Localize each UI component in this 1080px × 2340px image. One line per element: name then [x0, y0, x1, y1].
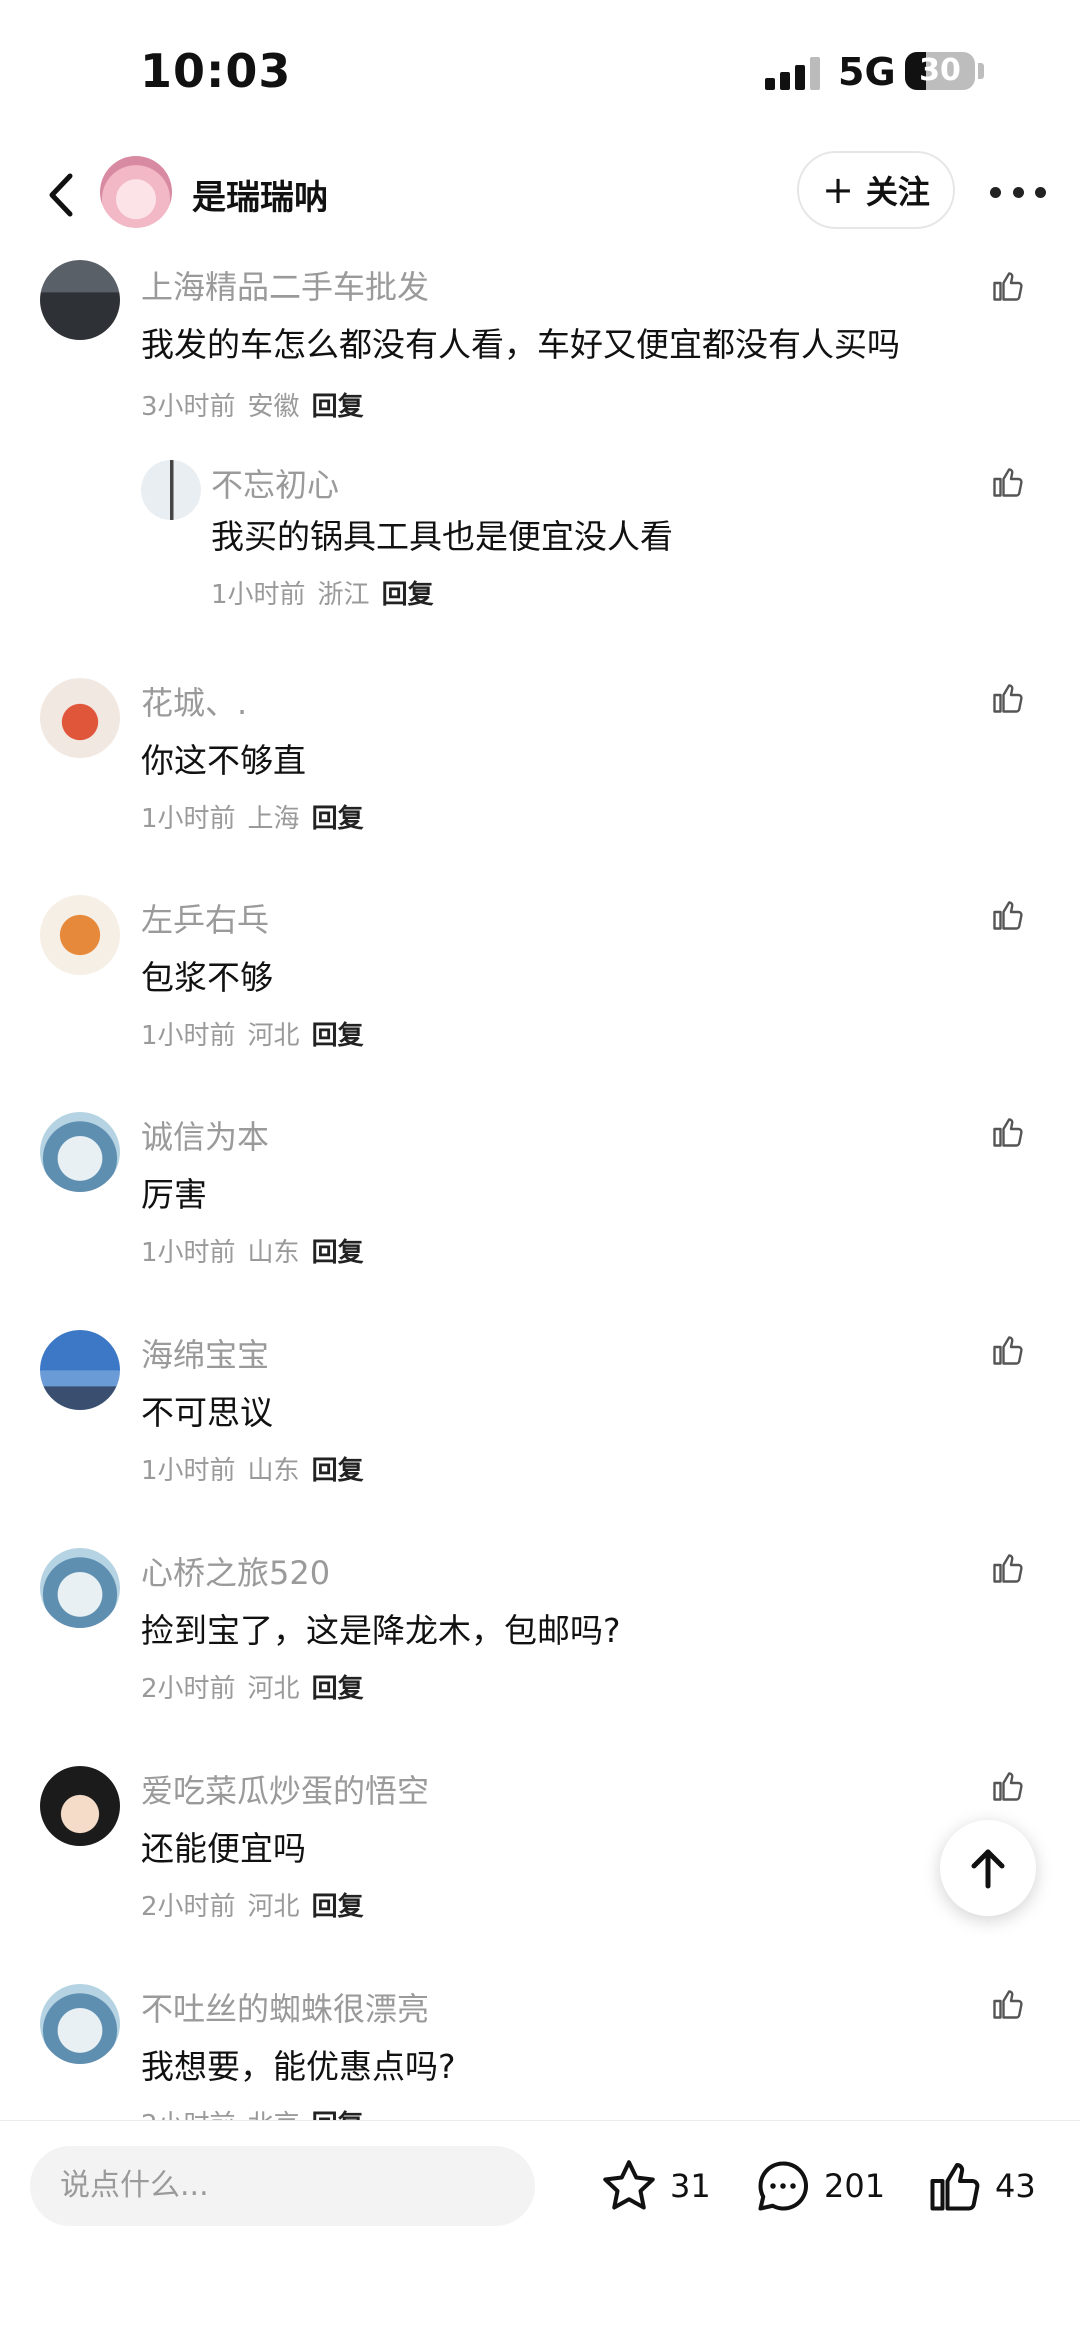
comment-username[interactable]: 海绵宝宝	[141, 1330, 269, 1376]
back-icon	[49, 173, 73, 217]
comment-meta: 1小时前 浙江 回复	[211, 574, 434, 611]
plus-icon: +	[822, 168, 854, 212]
avatar[interactable]	[40, 260, 120, 340]
avatar[interactable]	[40, 1112, 120, 1192]
favorite-count: 31	[670, 2167, 711, 2205]
bottom-bar: 说点什么... 31 201 43	[0, 2120, 1080, 2340]
avatar[interactable]	[40, 895, 120, 975]
comment-content[interactable]: 你这不够直	[141, 734, 306, 782]
comment-time: 1小时前	[141, 804, 236, 834]
reply-button[interactable]: 回复	[312, 1674, 364, 1704]
reply-button[interactable]: 回复	[312, 1021, 364, 1051]
avatar[interactable]	[40, 678, 120, 758]
comment-username[interactable]: 左乒右乓	[141, 895, 269, 941]
avatar[interactable]	[40, 1766, 120, 1846]
comment-meta: 1小时前 上海 回复	[141, 798, 364, 835]
follow-button[interactable]: + 关注	[797, 151, 955, 229]
comment-username[interactable]: 诚信为本	[141, 1112, 269, 1158]
status-bar: 10:03 5G 30	[0, 0, 1080, 140]
reply-button[interactable]: 回复	[382, 580, 434, 610]
comment-location: 山东	[247, 1238, 300, 1268]
comment-username[interactable]: 花城、.	[141, 678, 247, 724]
network-type: 5G	[838, 50, 896, 94]
comment-time: 1小时前	[211, 580, 306, 610]
comment-content[interactable]: 我发的车怎么都没有人看，车好又便宜都没有人买吗	[141, 318, 900, 366]
reply-button[interactable]: 回复	[312, 1892, 364, 1922]
back-button[interactable]	[38, 168, 88, 222]
follow-label: 关注	[865, 173, 930, 211]
comment-meta: 2小时前 河北 回复	[141, 1668, 364, 1705]
comment-content[interactable]: 厉害	[141, 1168, 207, 1216]
more-icon[interactable]	[990, 180, 1046, 204]
comment-content[interactable]: 我想要，能优惠点吗?	[141, 2040, 456, 2088]
comment-username[interactable]: 不忘初心	[211, 460, 339, 506]
comment-location: 浙江	[317, 580, 370, 610]
arrow-up-icon	[971, 1849, 1005, 1889]
like-icon[interactable]	[990, 1986, 1026, 2022]
avatar[interactable]	[40, 1984, 120, 2064]
like-icon	[930, 2163, 980, 2211]
comment-time: 2小时前	[141, 1674, 236, 1704]
comment-time: 1小时前	[141, 1456, 236, 1486]
comment-location: 河北	[247, 1021, 300, 1051]
comment-username[interactable]: 心桥之旅520	[141, 1548, 330, 1594]
like-button[interactable]: 43	[925, 2156, 1036, 2216]
star-icon	[603, 2160, 655, 2210]
battery-cap	[978, 63, 984, 79]
header: 是瑞瑞呐 + 关注	[0, 140, 1080, 250]
like-icon[interactable]	[990, 1768, 1026, 1804]
comment-content[interactable]: 我买的锅具工具也是便宜没人看	[211, 510, 673, 558]
comment-content[interactable]: 还能便宜吗	[141, 1822, 306, 1870]
comment-content[interactable]: 包浆不够	[141, 951, 273, 999]
comment-time: 1小时前	[141, 1021, 236, 1051]
like-icon[interactable]	[990, 897, 1026, 933]
comment-meta: 1小时前 山东 回复	[141, 1232, 364, 1269]
like-icon[interactable]	[990, 680, 1026, 716]
comment-icon	[758, 2161, 809, 2211]
like-icon[interactable]	[990, 1550, 1026, 1586]
comment-content[interactable]: 不可思议	[141, 1386, 273, 1434]
screen: 10:03 5G 30 是瑞瑞呐 + 关注 上海精品二手车批发 我发的车怎么都没…	[0, 0, 1080, 2340]
avatar[interactable]	[40, 1330, 120, 1410]
comment-location: 安徽	[247, 392, 300, 422]
comment-count-button[interactable]: 201	[752, 2156, 885, 2216]
comment-username[interactable]: 爱吃菜瓜炒蛋的悟空	[141, 1766, 429, 1812]
comment-meta: 2小时前 河北 回复	[141, 1886, 364, 1923]
author-name[interactable]: 是瑞瑞呐	[192, 170, 328, 219]
comment-content[interactable]: 捡到宝了，这是降龙木，包邮吗?	[141, 1604, 621, 1652]
comment-location: 河北	[247, 1674, 300, 1704]
comment-time: 1小时前	[141, 1238, 236, 1268]
battery-icon: 30	[905, 52, 975, 90]
comment-meta: 1小时前 河北 回复	[141, 1015, 364, 1052]
like-icon[interactable]	[990, 464, 1026, 500]
comment-time: 2小时前	[141, 1892, 236, 1922]
comment-count: 201	[824, 2167, 886, 2205]
signal-icon	[765, 56, 821, 90]
reply-button[interactable]: 回复	[312, 392, 364, 422]
comment-location: 山东	[247, 1456, 300, 1486]
like-count: 43	[995, 2167, 1036, 2205]
like-icon[interactable]	[990, 1114, 1026, 1150]
avatar[interactable]	[141, 460, 201, 520]
scroll-to-top-button[interactable]	[940, 1820, 1036, 1916]
like-icon[interactable]	[990, 268, 1026, 304]
reply-button[interactable]: 回复	[312, 1456, 364, 1486]
reply-button[interactable]: 回复	[312, 1238, 364, 1268]
comment-meta: 1小时前 山东 回复	[141, 1450, 364, 1487]
comment-time: 3小时前	[141, 392, 236, 422]
battery-level: 30	[919, 53, 961, 88]
status-time: 10:03	[140, 44, 292, 98]
comment-username[interactable]: 不吐丝的蜘蛛很漂亮	[141, 1984, 429, 2030]
avatar[interactable]	[40, 1548, 120, 1628]
comment-location: 河北	[247, 1892, 300, 1922]
comment-username[interactable]: 上海精品二手车批发	[141, 262, 429, 308]
comment-meta: 3小时前 安徽 回复	[141, 386, 364, 423]
favorite-button[interactable]: 31	[598, 2156, 711, 2216]
comment-location: 上海	[247, 804, 300, 834]
like-icon[interactable]	[990, 1332, 1026, 1368]
reply-button[interactable]: 回复	[312, 804, 364, 834]
author-avatar[interactable]	[100, 156, 172, 228]
comment-input[interactable]: 说点什么...	[30, 2146, 535, 2226]
